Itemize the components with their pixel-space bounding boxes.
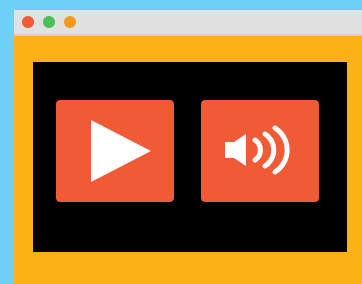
close-window-dot[interactable] xyxy=(22,16,34,28)
volume-button[interactable] xyxy=(201,100,319,202)
speaker-volume-icon xyxy=(225,125,290,175)
play-button[interactable] xyxy=(56,100,174,202)
minimize-window-dot[interactable] xyxy=(64,16,76,28)
play-icon xyxy=(91,120,151,182)
browser-window xyxy=(14,10,362,284)
media-player-screen xyxy=(33,62,347,252)
window-body xyxy=(14,36,362,284)
maximize-window-dot[interactable] xyxy=(43,16,55,28)
window-titlebar xyxy=(14,10,362,34)
